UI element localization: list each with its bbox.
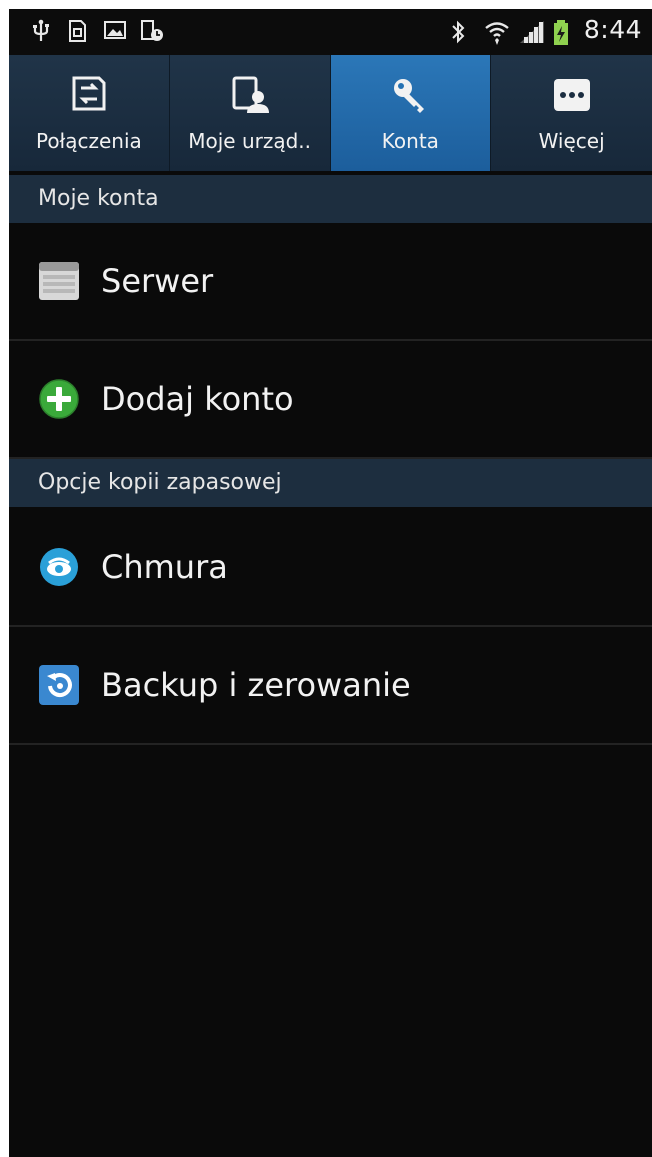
section-header-my-accounts: Moje konta	[9, 175, 652, 223]
tab-accounts[interactable]: Konta	[330, 55, 492, 171]
status-bar: 8:44	[9, 9, 652, 55]
section-header-backup-options: Opcje kopii zapasowej	[9, 459, 652, 507]
tab-connections[interactable]: Połączenia	[9, 55, 170, 171]
settings-tab-bar: Połączenia Moje urząd.. Konta Więcej	[9, 55, 652, 171]
list-item-server-label: Serwer	[101, 262, 214, 300]
list-item-backup-reset-label: Backup i zerowanie	[101, 666, 411, 704]
connections-icon	[69, 75, 109, 115]
usb-icon	[31, 19, 51, 41]
list-item-add-account-label: Dodaj konto	[101, 380, 294, 418]
tab-my-device-label: Moje urząd..	[188, 129, 312, 153]
battery-charging-icon	[552, 19, 570, 45]
key-icon	[390, 75, 430, 115]
list-item-cloud-label: Chmura	[101, 548, 228, 586]
backup-reset-icon	[38, 664, 80, 706]
image-icon	[103, 19, 126, 41]
cloud-sync-icon	[38, 546, 80, 588]
list-item-add-account[interactable]: Dodaj konto	[9, 341, 652, 459]
screenshot-icon	[139, 19, 163, 41]
add-icon	[38, 378, 80, 420]
tab-my-device[interactable]: Moje urząd..	[170, 55, 331, 171]
list-item-server[interactable]: Serwer	[9, 223, 652, 341]
tab-connections-label: Połączenia	[35, 129, 142, 153]
more-icon	[552, 75, 592, 115]
tab-more-label: Więcej	[538, 129, 605, 153]
sd-card-icon	[67, 19, 87, 42]
status-clock: 8:44	[583, 15, 642, 44]
tab-more[interactable]: Więcej	[491, 55, 652, 171]
tab-accounts-label: Konta	[381, 129, 439, 153]
server-icon	[38, 260, 80, 302]
signal-icon	[518, 19, 544, 43]
settings-screen: 8:44 Połączenia Moje urząd.. Konta Więce…	[9, 9, 652, 1157]
my-device-icon	[230, 75, 270, 115]
bluetooth-icon	[450, 19, 470, 43]
list-item-backup-reset[interactable]: Backup i zerowanie	[9, 627, 652, 745]
wifi-icon	[484, 19, 509, 45]
list-item-cloud[interactable]: Chmura	[9, 509, 652, 627]
